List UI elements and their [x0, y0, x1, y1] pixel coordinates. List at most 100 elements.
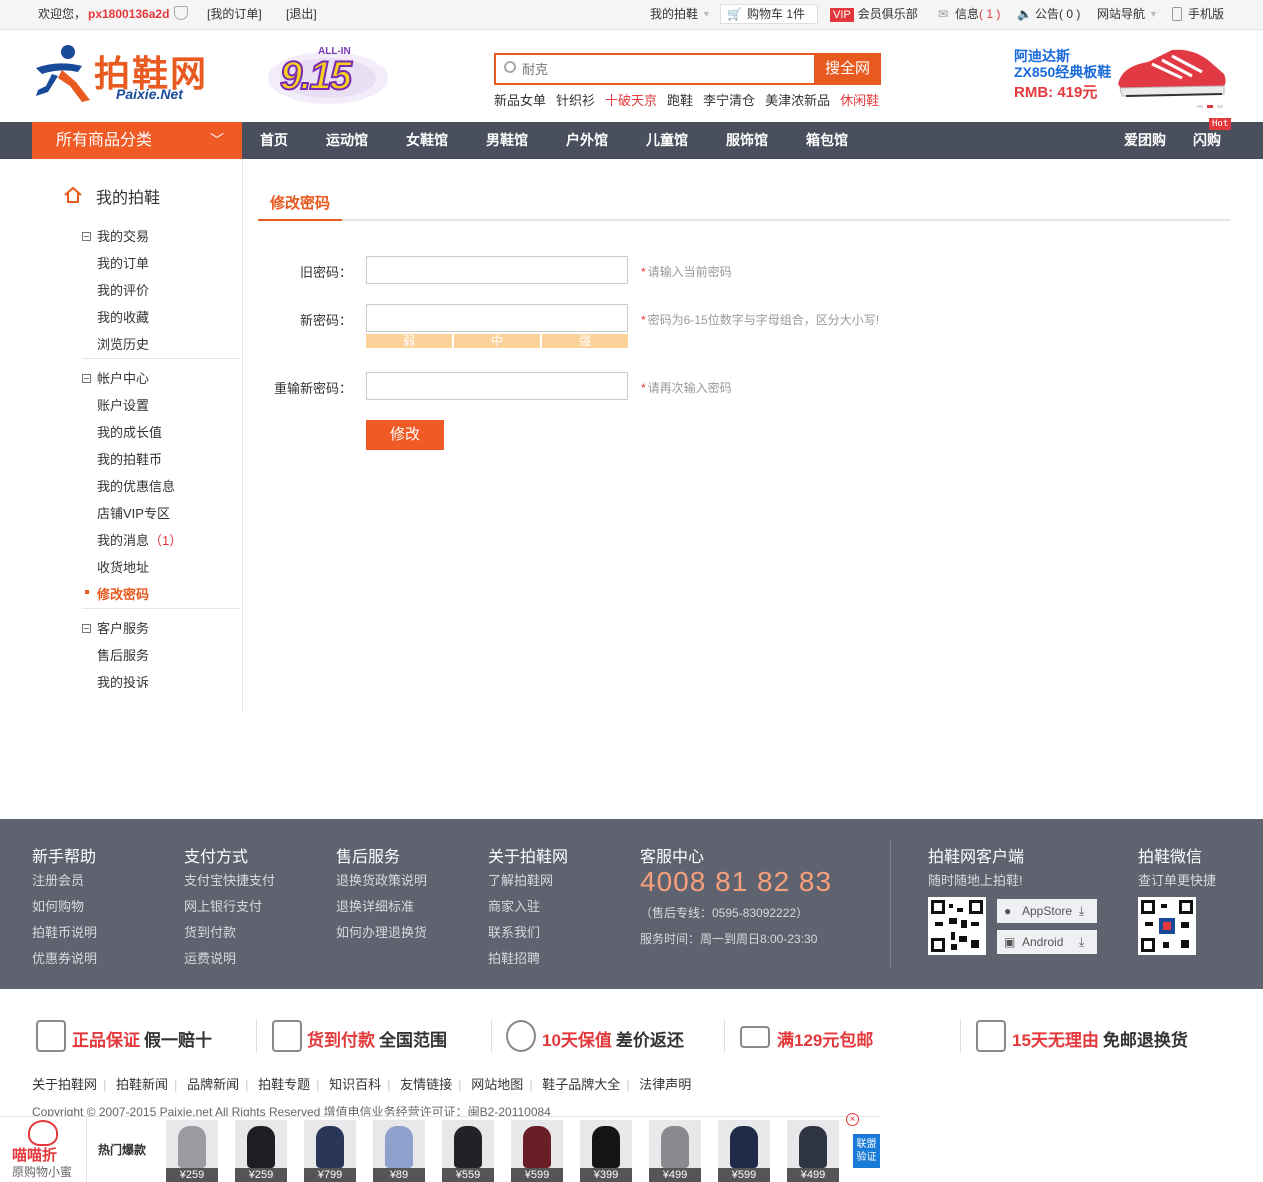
strip-brand[interactable]: 喵喵折 [12, 1144, 57, 1165]
footer-bottom-link[interactable]: 鞋子品牌大全 [542, 1077, 620, 1092]
sneaker-image[interactable] [1112, 44, 1230, 102]
appstore-button[interactable]: ● AppStore ⤓ [997, 899, 1097, 923]
footer-link[interactable]: 优惠券说明 [32, 948, 97, 967]
footer-bottom-link[interactable]: 关于拍鞋网 [32, 1077, 97, 1092]
footer-link[interactable]: 支付宝快捷支付 [184, 870, 275, 889]
notice-link[interactable]: 公告( 0 ) [1035, 0, 1080, 28]
messages-link[interactable]: 信息( 1 ) [955, 0, 1000, 28]
logo-runner-icon[interactable] [32, 42, 94, 104]
my-paixie-menu[interactable]: 我的拍鞋 [650, 0, 698, 28]
product-thumb[interactable]: ¥599 [511, 1120, 563, 1182]
product-thumb[interactable]: ¥499 [649, 1120, 701, 1182]
footer-link[interactable]: 如何办理退换货 [336, 922, 427, 941]
footer-bottom-link[interactable]: 网站地图 [471, 1077, 523, 1092]
product-thumb[interactable]: ¥799 [304, 1120, 356, 1182]
nav-women-shoes[interactable]: 女鞋馆 [400, 122, 454, 159]
sidebar-item-favorites[interactable]: 我的收藏 [97, 307, 149, 326]
sidebar-item-history[interactable]: 浏览历史 [97, 334, 149, 353]
sidebar-item-aftersale[interactable]: 售后服务 [97, 645, 149, 664]
promo-915-badge[interactable]: ALL-IN 9.15 [258, 44, 398, 108]
hotword-link[interactable]: 李宁清仓 [703, 93, 755, 108]
cart-button[interactable]: 🛒 购物车 1件 [720, 4, 818, 24]
sidebar-item-change-password[interactable]: 修改密码 [97, 584, 149, 603]
carousel-dot[interactable] [1197, 105, 1203, 108]
product-thumb[interactable]: ¥89 [373, 1120, 425, 1182]
footer-col-title: 支付方式 [184, 849, 249, 866]
mobile-link[interactable]: 手机版 [1188, 0, 1224, 28]
nav-bags[interactable]: 箱包馆 [800, 122, 854, 159]
old-password-input[interactable] [366, 256, 628, 284]
nav-apparel[interactable]: 服饰馆 [720, 122, 774, 159]
footer-link[interactable]: 注册会员 [32, 870, 84, 889]
username-link[interactable]: px1800136a2d [88, 0, 169, 28]
product-thumb[interactable]: ¥559 [442, 1120, 494, 1182]
footer-link[interactable]: 退换货政策说明 [336, 870, 427, 889]
sidebar-group-trade[interactable]: 我的交易 [82, 226, 149, 245]
search-input[interactable] [522, 55, 802, 83]
close-icon[interactable]: × [846, 1113, 859, 1126]
product-thumb[interactable]: ¥259 [235, 1120, 287, 1182]
android-button[interactable]: ▣ Android ⤓ [997, 930, 1097, 954]
carousel-dot[interactable] [1217, 105, 1223, 108]
product-thumb[interactable]: ¥399 [580, 1120, 632, 1182]
footer-link[interactable]: 了解拍鞋网 [488, 870, 553, 889]
nav-home[interactable]: 首页 [250, 122, 298, 159]
nav-sports[interactable]: 运动馆 [320, 122, 374, 159]
footer-link[interactable]: 拍鞋招聘 [488, 948, 540, 967]
product-thumb[interactable]: ¥499 [787, 1120, 839, 1182]
footer-bottom-link[interactable]: 法律声明 [639, 1077, 691, 1092]
nav-outdoor[interactable]: 户外馆 [560, 122, 614, 159]
nav-group-buy[interactable]: 爱团购 [1118, 122, 1172, 159]
carousel-dot-active[interactable] [1207, 105, 1213, 108]
sidebar-item-coupons[interactable]: 我的优惠信息 [97, 476, 175, 495]
footer-bottom-link[interactable]: 知识百科 [329, 1077, 381, 1092]
hotword-link[interactable]: 跑鞋 [667, 93, 693, 108]
hotword-link[interactable]: 休闲鞋 [840, 93, 879, 108]
product-thumb[interactable]: ¥259 [166, 1120, 218, 1182]
sidebar-item-address[interactable]: 收货地址 [97, 557, 149, 576]
footer-bottom-link[interactable]: 拍鞋新闻 [116, 1077, 168, 1092]
sidebar-item-messages[interactable]: 我的消息（1） [97, 530, 182, 549]
footer-link[interactable]: 如何购物 [32, 896, 84, 915]
union-verify-badge[interactable]: 联盟验证 [853, 1134, 880, 1168]
sidebar-item-account-settings[interactable]: 账户设置 [97, 395, 149, 414]
footer-bottom-link[interactable]: 品牌新闻 [187, 1077, 239, 1092]
hotword-link[interactable]: 美津浓新品 [765, 93, 830, 108]
new-password-input[interactable] [366, 304, 628, 332]
sidebar-group-account[interactable]: 帐户中心 [82, 368, 149, 387]
tab-change-password[interactable]: 修改密码 [258, 189, 342, 221]
hotword-link[interactable]: 十破天京 [605, 93, 657, 108]
sidebar-item-growth[interactable]: 我的成长值 [97, 422, 162, 441]
product-thumb[interactable]: ¥599 [718, 1120, 770, 1182]
sidebar-item-shop-vip[interactable]: 店铺VIP专区 [97, 503, 170, 522]
hotword-link[interactable]: 针织衫 [556, 93, 595, 108]
site-nav-menu[interactable]: 网站导航 [1097, 0, 1145, 28]
ad-price[interactable]: RMB: 419元 [1014, 81, 1097, 102]
confirm-password-input[interactable] [366, 372, 628, 400]
ad-product[interactable]: ZX850经典板鞋 [1014, 62, 1111, 82]
my-orders-link[interactable]: [我的订单] [207, 0, 262, 28]
footer-bottom-link[interactable]: 友情链接 [400, 1077, 452, 1092]
logout-link[interactable]: [退出] [286, 0, 317, 28]
sidebar-item-coins[interactable]: 我的拍鞋币 [97, 449, 162, 468]
footer-link[interactable]: 运费说明 [184, 948, 236, 967]
footer-link[interactable]: 退换详细标准 [336, 896, 414, 915]
all-categories-button[interactable]: 所有商品分类 ﹀ [32, 122, 242, 159]
cat-logo-icon[interactable] [28, 1120, 58, 1146]
vip-club-link[interactable]: VIP 会员俱乐部 [830, 0, 918, 28]
nav-men-shoes[interactable]: 男鞋馆 [480, 122, 534, 159]
submit-button[interactable]: 修改 [366, 420, 444, 450]
sidebar-group-service[interactable]: 客户服务 [82, 618, 149, 637]
footer-bottom-link[interactable]: 拍鞋专题 [258, 1077, 310, 1092]
sidebar-item-reviews[interactable]: 我的评价 [97, 280, 149, 299]
footer-link[interactable]: 联系我们 [488, 922, 540, 941]
sidebar-item-complaints[interactable]: 我的投诉 [97, 672, 149, 691]
footer-link[interactable]: 货到付款 [184, 922, 236, 941]
search-button[interactable]: 搜全网 [814, 53, 881, 85]
sidebar-item-orders[interactable]: 我的订单 [97, 253, 149, 272]
nav-kids[interactable]: 儿童馆 [640, 122, 694, 159]
hotword-link[interactable]: 新品女单 [494, 93, 546, 108]
footer-link[interactable]: 网上银行支付 [184, 896, 262, 915]
footer-link[interactable]: 拍鞋币说明 [32, 922, 97, 941]
footer-link[interactable]: 商家入驻 [488, 896, 540, 915]
